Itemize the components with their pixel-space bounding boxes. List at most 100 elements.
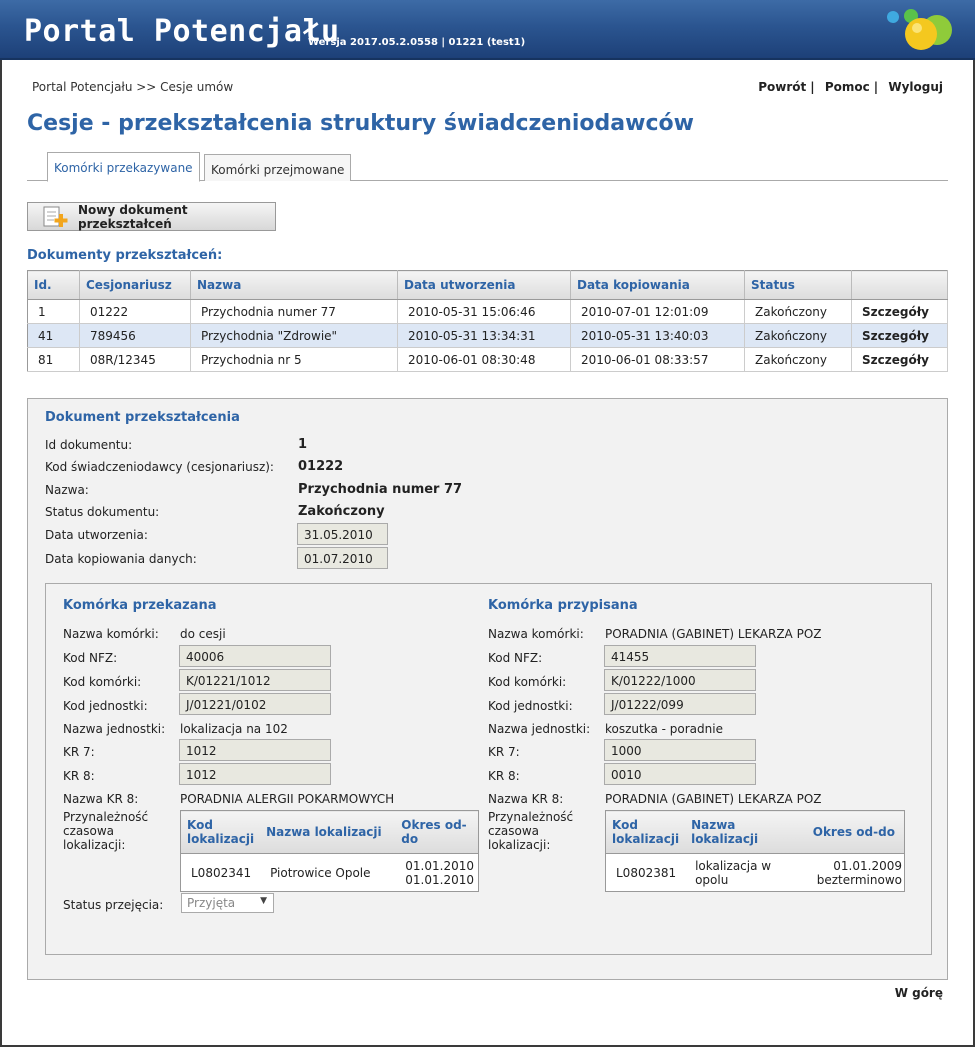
detail-title: Dokument przekształcenia xyxy=(45,410,240,425)
cells-comparison-panel: Komórka przekazana Nazwa komórki: do ces… xyxy=(45,583,932,955)
left-kom-field: K/01221/1012 xyxy=(179,669,331,691)
table-row[interactable]: 81 08R/12345 Przychodnia nr 5 2010-06-01… xyxy=(27,347,948,372)
right-loc-label: Przynależność czasowa lokalizacji: xyxy=(488,810,574,852)
app-title: Portal Potencjału xyxy=(24,14,340,49)
period-from: 01.01.2009 xyxy=(833,858,902,873)
kod-value: 01222 xyxy=(298,459,344,474)
col-cesjonariusz[interactable]: Cesjonariusz xyxy=(79,270,191,300)
nazwa-value: Przychodnia numer 77 xyxy=(298,482,463,497)
right-name-value: PORADNIA (GABINET) LEKARZA POZ xyxy=(605,627,822,641)
tab-komorki-przejmowane[interactable]: Komórki przejmowane xyxy=(204,154,352,181)
top-links: Powrót | Pomoc | Wyloguj xyxy=(758,80,943,94)
right-jedn-field: J/01222/099 xyxy=(604,693,756,715)
left-loc-label: Przynależność czasowa lokalizacji: xyxy=(63,810,149,852)
nazwa-label: Nazwa: xyxy=(45,483,89,497)
left-nfz-field: 40006 xyxy=(179,645,331,667)
document-detail-panel: Dokument przekształcenia Id dokumentu: 1… xyxy=(27,398,948,980)
details-link[interactable]: Szczegóły xyxy=(851,323,948,348)
left-nfz-label: Kod NFZ: xyxy=(63,651,118,665)
cell-nazwa: Przychodnia numer 77 xyxy=(190,299,398,324)
cell-id: 41 xyxy=(27,323,80,348)
new-document-button[interactable]: Nowy dokument przekształceń xyxy=(27,202,276,231)
new-document-label: Nowy dokument przekształceń xyxy=(78,202,188,231)
left-kr8-field: 1012 xyxy=(179,763,331,785)
left-location-table: Kod lokalizacji Nazwa lokalizacji Okres … xyxy=(180,810,479,892)
cell-nazwa: Przychodnia nr 5 xyxy=(190,347,398,372)
right-kom-field: K/01222/1000 xyxy=(604,669,756,691)
documents-table: Id. Cesjonariusz Nazwa Data utworzenia D… xyxy=(27,270,948,372)
documents-section-label: Dokumenty przekształceń: xyxy=(27,248,223,263)
left-kr7-field: 1012 xyxy=(179,739,331,761)
cell-data-kopiowania: 2010-05-31 13:40:03 xyxy=(570,323,745,348)
right-kr8-field: 0010 xyxy=(604,763,756,785)
col-nazwa[interactable]: Nazwa xyxy=(190,270,398,300)
left-jname-label: Nazwa jednostki: xyxy=(63,722,166,736)
id-value: 1 xyxy=(298,437,308,452)
right-location-table: Kod lokalizacji Nazwa lokalizacji Okres … xyxy=(605,810,905,892)
right-name-label: Nazwa komórki: xyxy=(488,627,584,641)
version-info: Wersja 2017.05.2.0558 | 01221 (test1) xyxy=(308,37,526,48)
kod-label: Kod świadczeniodawcy (cesjonariusz): xyxy=(45,460,274,474)
help-link[interactable]: Pomoc xyxy=(825,80,870,94)
tab-bar: Komórki przekazywane Komórki przejmowane xyxy=(27,152,948,182)
cell-loc-period: 01.01.2009 bezterminowo xyxy=(807,854,905,892)
details-link[interactable]: Szczegóły xyxy=(851,347,948,372)
status-value: Zakończony xyxy=(298,504,385,519)
cell-cesjonariusz: 789456 xyxy=(79,323,191,348)
period-to: bezterminowo xyxy=(816,872,902,887)
col-id[interactable]: Id. xyxy=(27,270,80,300)
back-to-top-link[interactable]: W górę xyxy=(895,986,943,1000)
left-jedn-field: J/01221/0102 xyxy=(179,693,331,715)
page-title: Cesje - przekształcenia struktury świadc… xyxy=(27,111,694,136)
col-okres: Okres od-do xyxy=(806,810,905,854)
col-nazwa-lokalizacji: Nazwa lokalizacji xyxy=(260,810,396,854)
table-row: L0802341 Piotrowice Opole 01.01.2010 01.… xyxy=(181,854,479,892)
copied-date-field: 01.07.2010 xyxy=(297,547,388,569)
separator: | xyxy=(810,80,815,94)
right-jedn-label: Kod jednostki: xyxy=(488,699,573,713)
col-kod-lokalizacji: Kod lokalizacji xyxy=(180,810,261,854)
col-okres: Okres od-do xyxy=(395,810,479,854)
right-kr8name-label: Nazwa KR 8: xyxy=(488,792,564,806)
back-link[interactable]: Powrót xyxy=(758,80,806,94)
right-kr7-label: KR 7: xyxy=(488,745,520,759)
details-link[interactable]: Szczegóły xyxy=(851,299,948,324)
status-label: Status dokumentu: xyxy=(45,505,160,519)
cell-loc-period: 01.01.2010 01.01.2010 xyxy=(395,854,478,892)
col-nazwa-lokalizacji: Nazwa lokalizacji xyxy=(685,810,807,854)
table-row: L0802381 lokalizacja w opolu 01.01.2009 … xyxy=(606,854,905,892)
col-data-kopiowania[interactable]: Data kopiowania xyxy=(570,270,745,300)
breadcrumb[interactable]: Portal Potencjału >> Cesje umów xyxy=(32,80,233,94)
cell-loc-name: Piotrowice Opole xyxy=(270,865,371,880)
cell-loc-code: L0802381 xyxy=(616,865,677,880)
left-column-title: Komórka przekazana xyxy=(63,598,217,613)
separator: | xyxy=(873,80,879,94)
cell-nazwa: Przychodnia "Zdrowie" xyxy=(190,323,398,348)
created-date-field: 31.05.2010 xyxy=(297,523,388,545)
left-jedn-label: Kod jednostki: xyxy=(63,699,148,713)
left-jname-value: lokalizacja na 102 xyxy=(180,722,288,736)
table-header-row: Kod lokalizacji Nazwa lokalizacji Okres … xyxy=(605,810,905,854)
created-label: Data utworzenia: xyxy=(45,528,148,542)
table-row[interactable]: 1 01222 Przychodnia numer 77 2010-05-31 … xyxy=(27,299,948,324)
cell-id: 81 xyxy=(27,347,80,372)
left-kr8name-value: PORADNIA ALERGII POKARMOWYCH xyxy=(180,792,395,806)
tab-komorki-przekazywane[interactable]: Komórki przekazywane xyxy=(47,152,200,182)
cell-data-kopiowania: 2010-06-01 08:33:57 xyxy=(570,347,745,372)
cell-cesjonariusz: 01222 xyxy=(79,299,191,324)
period-from: 01.01.2010 xyxy=(405,858,474,873)
dropdown-arrow-icon: ▼ xyxy=(260,896,267,906)
table-header-row: Kod lokalizacji Nazwa lokalizacji Okres … xyxy=(180,810,479,854)
left-kr8-label: KR 8: xyxy=(63,769,95,783)
col-status[interactable]: Status xyxy=(744,270,852,300)
col-kod-lokalizacji: Kod lokalizacji xyxy=(605,810,686,854)
right-kom-label: Kod komórki: xyxy=(488,675,567,689)
right-column-title: Komórka przypisana xyxy=(488,598,638,613)
cell-loc-code: L0802341 xyxy=(191,865,252,880)
table-row[interactable]: 41 789456 Przychodnia "Zdrowie" 2010-05-… xyxy=(27,323,948,348)
status-przejecia-select[interactable]: Przyjęta ▼ xyxy=(181,893,274,913)
right-kr8name-value: PORADNIA (GABINET) LEKARZA POZ xyxy=(605,792,822,806)
logout-link[interactable]: Wyloguj xyxy=(888,80,943,94)
right-jname-value: koszutka - poradnie xyxy=(605,722,723,736)
col-data-utworzenia[interactable]: Data utworzenia xyxy=(397,270,571,300)
